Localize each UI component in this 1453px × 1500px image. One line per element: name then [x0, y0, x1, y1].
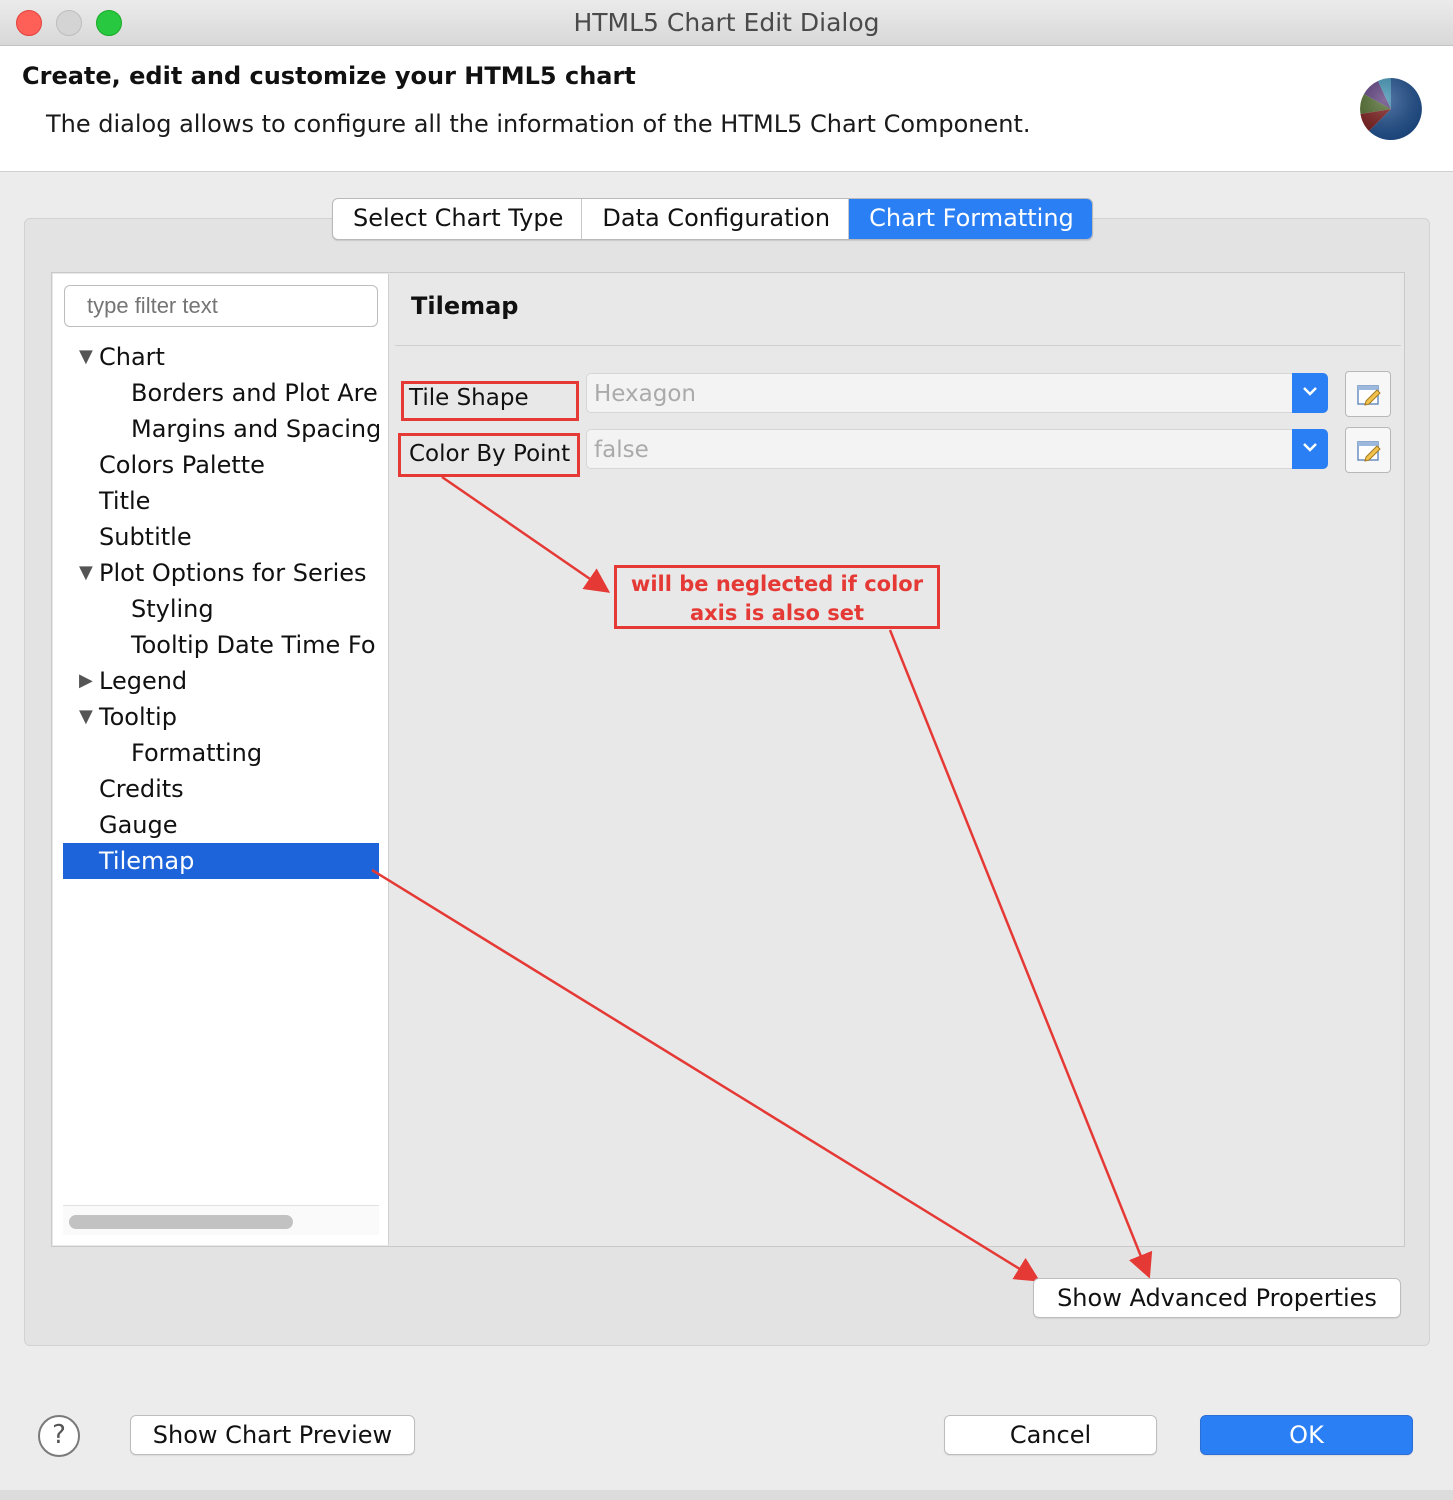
tab-select-chart-type[interactable]: Select Chart Type	[333, 199, 583, 239]
color-by-point-highlight-box	[398, 433, 580, 477]
tree-item-label: Credits	[99, 775, 184, 803]
tree-item-label: Subtitle	[99, 523, 192, 551]
color-by-point-value: false	[594, 437, 649, 463]
edit-pencil-icon	[1357, 441, 1381, 462]
dialog-header: Create, edit and customize your HTML5 ch…	[0, 46, 1453, 172]
expanded-arrow-icon[interactable]: ▼	[79, 555, 93, 591]
horizontal-scrollbar[interactable]	[63, 1205, 379, 1235]
tree-item-label: Margins and Spacing	[131, 415, 379, 443]
tree-item-styling[interactable]: Styling	[63, 591, 379, 627]
tree-item-title[interactable]: Title	[63, 483, 379, 519]
annotation-line-2: axis is also set	[689, 601, 865, 625]
show-advanced-properties-button[interactable]: Show Advanced Properties	[1033, 1278, 1401, 1318]
tree-item-subtitle[interactable]: Subtitle	[63, 519, 379, 555]
tree-item-label: Tooltip Date Time Fo	[131, 631, 376, 659]
ok-button[interactable]: OK	[1200, 1415, 1413, 1455]
cancel-button[interactable]: Cancel	[944, 1415, 1157, 1455]
tree-item-legend[interactable]: ▶ Legend	[63, 663, 379, 699]
tile-shape-highlight-box	[401, 381, 579, 421]
filter-input[interactable]	[64, 285, 378, 327]
tree-item-borders-and-plot-area[interactable]: Borders and Plot Are	[63, 375, 379, 411]
tile-shape-edit-button[interactable]	[1345, 371, 1391, 417]
annotation-note: will be neglected if color axis is also …	[614, 565, 940, 629]
window-bottom-edge	[0, 1490, 1453, 1500]
show-chart-preview-button[interactable]: Show Chart Preview	[130, 1415, 415, 1455]
window-title: HTML5 Chart Edit Dialog	[573, 8, 880, 37]
tree-item-plot-options-for-series[interactable]: ▼ Plot Options for Series	[63, 555, 379, 591]
tree-item-margins-and-spacing[interactable]: Margins and Spacing	[63, 411, 379, 447]
header-title: Create, edit and customize your HTML5 ch…	[22, 62, 636, 90]
tree-item-label: Styling	[131, 595, 214, 623]
tree-item-formatting[interactable]: Formatting	[63, 735, 379, 771]
edit-pencil-icon	[1357, 385, 1381, 406]
pie-chart-icon	[1360, 78, 1422, 140]
tree-item-tooltip[interactable]: ▼ Tooltip	[63, 699, 379, 735]
section-title: Tilemap	[411, 292, 519, 320]
tile-shape-select[interactable]: Hexagon	[586, 373, 1328, 413]
title-bar: HTML5 Chart Edit Dialog	[0, 0, 1453, 46]
tab-data-configuration[interactable]: Data Configuration	[582, 199, 850, 239]
tree-item-label: Title	[99, 487, 151, 515]
tree-item-label: Tooltip	[99, 703, 177, 731]
tree-item-label: Tilemap	[99, 847, 195, 875]
color-by-point-edit-button[interactable]	[1345, 427, 1391, 473]
header-description: The dialog allows to configure all the i…	[46, 110, 1031, 138]
tree-item-label: Formatting	[131, 739, 263, 767]
tab-chart-formatting[interactable]: Chart Formatting	[849, 199, 1092, 239]
help-icon[interactable]: ?	[38, 1415, 80, 1457]
tile-shape-value: Hexagon	[594, 381, 696, 407]
chevron-down-icon[interactable]	[1292, 373, 1328, 413]
tree-item-label: Plot Options for Series	[99, 559, 367, 587]
tree-item-tooltip-date-time-format[interactable]: Tooltip Date Time Fo	[63, 627, 379, 663]
tree-item-label: Chart	[99, 343, 165, 371]
chevron-down-icon[interactable]	[1292, 429, 1328, 469]
collapsed-arrow-icon[interactable]: ▶	[79, 663, 93, 699]
expanded-arrow-icon[interactable]: ▼	[79, 699, 93, 735]
tree-item-colors-palette[interactable]: Colors Palette	[63, 447, 379, 483]
tree-item-credits[interactable]: Credits	[63, 771, 379, 807]
scrollbar-thumb[interactable]	[69, 1215, 293, 1229]
tree-item-label: Borders and Plot Are	[131, 379, 378, 407]
tree-item-label: Gauge	[99, 811, 178, 839]
color-by-point-select[interactable]: false	[586, 429, 1328, 469]
tree-item-label: Legend	[99, 667, 188, 695]
tree-item-label: Colors Palette	[99, 451, 265, 479]
tree-item-chart[interactable]: ▼ Chart	[63, 339, 379, 375]
tab-bar: Select Chart Type Data Configuration Cha…	[332, 198, 1093, 240]
section-header: Tilemap	[395, 274, 1401, 346]
expanded-arrow-icon[interactable]: ▼	[79, 339, 93, 375]
tree-item-gauge[interactable]: Gauge	[63, 807, 379, 843]
annotation-line-1: will be neglected if color	[630, 572, 924, 596]
tree-item-tilemap[interactable]: Tilemap	[63, 843, 379, 879]
category-tree: ▼ Chart Borders and Plot Are Margins and…	[63, 339, 379, 1199]
